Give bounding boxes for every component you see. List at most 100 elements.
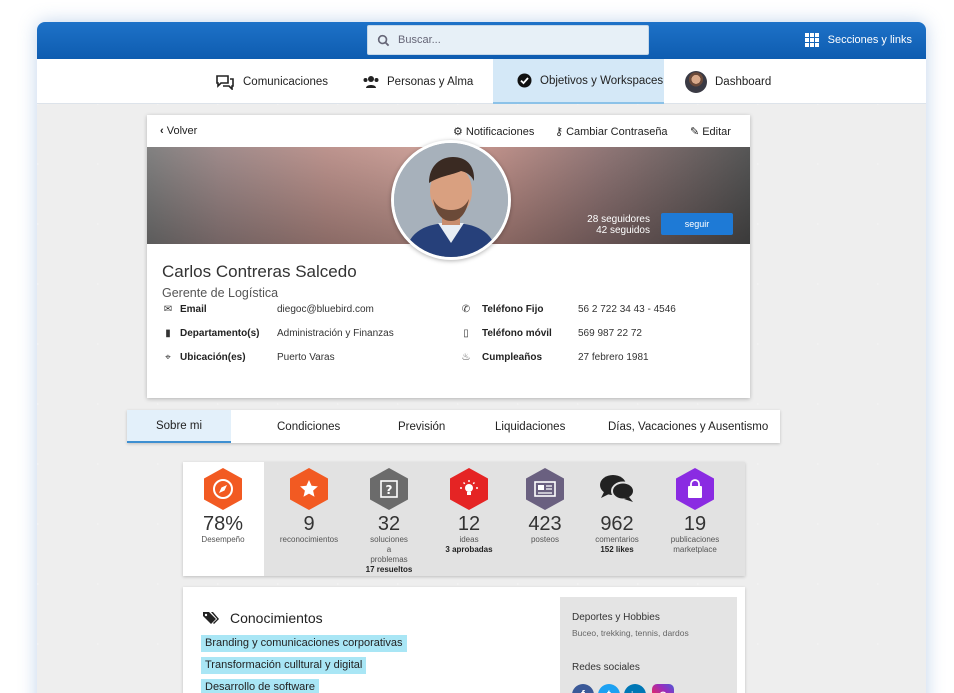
stat-label: comentarios [595, 535, 639, 544]
stat-marketplace[interactable]: 19 publicaciones marketplace [655, 462, 735, 576]
following-count: 42 seguidos [596, 225, 650, 236]
stat-sub: 152 likes [600, 545, 634, 554]
phone-icon: ✆ [461, 304, 471, 315]
search-icon [377, 34, 390, 46]
content-area: ‹ Volver ⚙ Notificaciones ⚷ Cambiar Contra… [37, 104, 926, 693]
location-label: Ubicación(es) [180, 352, 246, 363]
follow-counts: 28 seguidores 42 seguidos [587, 214, 650, 236]
back-link[interactable]: ‹ Volver [160, 125, 197, 137]
stat-label: Desempeño [201, 535, 245, 544]
profile-name: Carlos Contreras Salcedo [162, 262, 357, 281]
main-nav: Comunicaciones Personas y Alma Objetivos… [37, 59, 926, 104]
stat-value: 32 [377, 513, 401, 535]
gear-icon: ⚙ [453, 126, 463, 138]
hobbies-title: Deportes y Hobbies [572, 612, 660, 623]
phone-label: Teléfono Fijo [482, 304, 544, 315]
nav-label: Objetivos y Workspaces [540, 74, 664, 87]
instagram-icon[interactable]: ◎ [652, 684, 674, 693]
shopping-bag-icon [676, 468, 714, 510]
tab-liquidaciones[interactable]: Liquidaciones [495, 410, 565, 443]
stat-value: 78% [202, 513, 244, 535]
key-icon: ⚷ [555, 126, 564, 138]
sections-links-button[interactable]: Secciones y links [804, 33, 912, 47]
knowledge-title: Conocimientos [202, 610, 323, 626]
search-input[interactable] [398, 34, 618, 46]
stat-label: ideas [459, 535, 479, 544]
chat-bubbles-icon [216, 74, 234, 90]
stat-reconocimientos[interactable]: 9 reconocimientos [269, 462, 349, 576]
pencil-icon: ✎ [690, 126, 700, 138]
tab-sobre-mi[interactable]: Sobre mi [127, 410, 231, 443]
stat-label: reconocimientos [279, 535, 339, 544]
knowledge-card: Conocimientos Branding y comunicaciones … [183, 587, 745, 693]
knowledge-tag[interactable]: Desarrollo de software [201, 679, 320, 693]
profile-avatar [391, 140, 511, 260]
profile-tabs: Sobre mi Condiciones Previsión Liquidaci… [127, 410, 780, 443]
knowledge-tag[interactable]: Transformación culltural y digital [201, 657, 367, 674]
apps-grid-icon [804, 33, 819, 47]
phone-value: 56 2 722 34 43 - 4546 [578, 304, 676, 315]
notifications-label: Notificaciones [465, 125, 535, 138]
notifications-link[interactable]: ⚙ Notificaciones [453, 125, 535, 139]
knowledge-tag[interactable]: Branding y comunicaciones corporativas [201, 635, 407, 652]
birthday-value: 27 febrero 1981 [578, 352, 649, 363]
birthday-row: ♨ Cumpleaños 27 febrero 1981 [460, 352, 649, 363]
sections-label: Secciones y links [827, 34, 912, 46]
cake-icon: ♨ [461, 352, 471, 363]
question-icon: ? [370, 468, 408, 510]
nav-item-comunicaciones[interactable]: Comunicaciones [215, 59, 328, 104]
stat-soluciones[interactable]: ? 32 soluciones a problemas 17 resueltos [349, 462, 429, 576]
department-value: Administración y Finanzas [277, 328, 394, 339]
edit-link[interactable]: ✎ Editar [690, 125, 731, 139]
tab-condiciones[interactable]: Condiciones [277, 410, 340, 443]
nav-item-personas[interactable]: Personas y Alma [363, 59, 473, 104]
facebook-icon[interactable]: f [572, 684, 594, 693]
chevron-left-icon: ‹ [160, 125, 167, 137]
location-row: ⌖ Ubicación(es) Puerto Varas [162, 352, 334, 363]
stat-ideas[interactable]: 12 ideas 3 aprobadas [429, 462, 509, 576]
nav-item-dashboard[interactable]: Dashboard [685, 59, 771, 104]
compass-icon [204, 468, 242, 510]
nav-item-objetivos[interactable]: Objetivos y Workspaces [493, 59, 664, 104]
stat-posteos[interactable]: 423 posteos [505, 462, 585, 576]
birthday-label: Cumpleaños [482, 352, 543, 363]
hobbies-panel: Deportes y Hobbies Buceo, trekking, tenn… [560, 597, 737, 693]
stat-value: 423 [528, 513, 562, 535]
search-box[interactable] [367, 25, 649, 55]
newspaper-icon [526, 468, 564, 510]
stat-label: soluciones a problemas [370, 535, 408, 564]
stat-label: publicaciones marketplace [670, 535, 720, 554]
department-label: Departamento(s) [180, 328, 260, 339]
hobbies-value: Buceo, trekking, tennis, dardos [572, 628, 689, 638]
follow-button[interactable]: seguir [661, 213, 733, 235]
email-label: Email [180, 304, 207, 315]
department-row: ▮ Departamento(s) Administración y Finan… [162, 328, 394, 339]
followers-count: 28 seguidores [587, 214, 650, 225]
social-title: Redes sociales [572, 662, 640, 673]
stats-panel: 78% Desempeño 9 reconocimientos ? 32 sol… [183, 462, 745, 576]
stat-value: 12 [457, 513, 481, 535]
stat-sub: 3 aprobadas [445, 545, 493, 554]
mobile-row: ▯ Teléfono móvil 569 987 22 72 [460, 328, 642, 339]
tab-prevision[interactable]: Previsión [398, 410, 445, 443]
map-marker-icon: ⌖ [165, 352, 171, 363]
stat-value: 9 [303, 513, 315, 535]
building-icon: ▮ [165, 328, 171, 339]
profile-card: ‹ Volver ⚙ Notificaciones ⚷ Cambiar Contra… [147, 115, 750, 398]
email-value: diegoc@bluebird.com [277, 304, 374, 315]
tab-dias-vacaciones[interactable]: Días, Vacaciones y Ausentismo [608, 410, 768, 443]
svg-text:?: ? [386, 483, 393, 497]
linkedin-icon[interactable]: in [624, 684, 646, 693]
stat-comentarios[interactable]: 962 comentarios 152 likes [577, 462, 657, 576]
stat-value: 962 [600, 513, 634, 535]
knowledge-title-text: Conocimientos [230, 610, 323, 626]
edit-label: Editar [702, 125, 731, 138]
star-icon [290, 468, 328, 510]
stat-desempeno[interactable]: 78% Desempeño [183, 462, 263, 576]
change-password-link[interactable]: ⚷ Cambiar Contraseña [555, 125, 668, 139]
mobile-icon: ▯ [463, 328, 469, 339]
nav-label: Dashboard [715, 75, 772, 88]
twitter-icon[interactable]: t [598, 684, 620, 693]
mobile-value: 569 987 22 72 [578, 328, 642, 339]
envelope-icon: ✉ [163, 304, 173, 315]
